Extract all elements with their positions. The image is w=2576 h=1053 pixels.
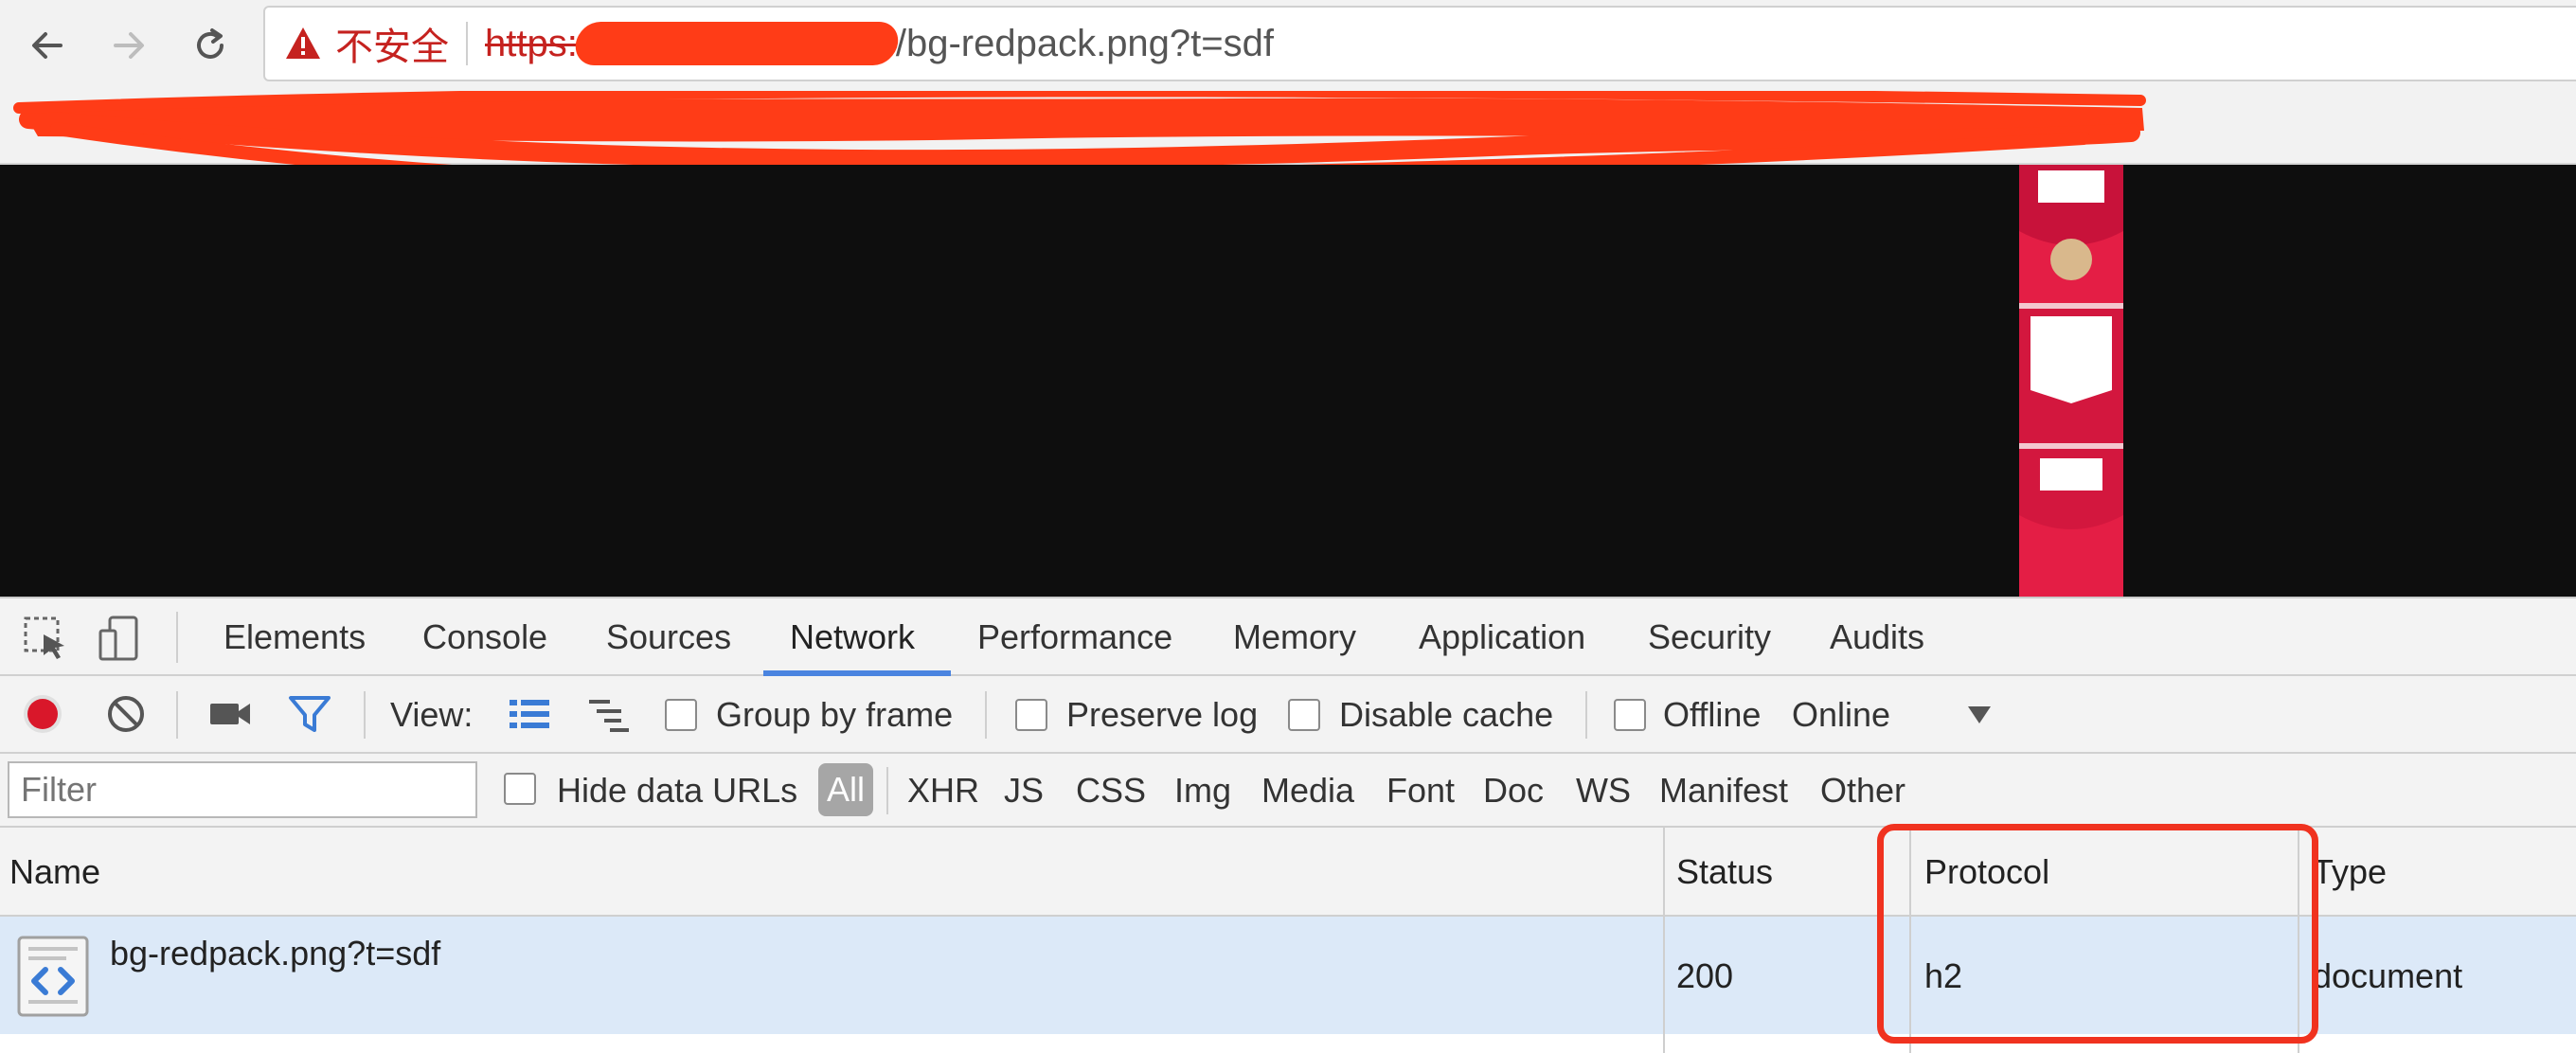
request-status: 200 xyxy=(1676,956,1734,995)
red-packet-image xyxy=(2019,165,2123,597)
reload-icon xyxy=(197,28,224,59)
filter-input[interactable] xyxy=(8,761,477,818)
offline-label[interactable]: Offline xyxy=(1663,695,1761,735)
filter-type-js[interactable]: JS xyxy=(1004,754,1044,828)
preserve-log-checkbox[interactable] xyxy=(1015,699,1047,731)
filter-type-media[interactable]: Media xyxy=(1261,754,1354,828)
forward-button[interactable] xyxy=(100,17,157,74)
devtools-divider xyxy=(176,612,178,663)
browser-toolbar: 不安全 https: /bg-redpack.png?t=sdf xyxy=(0,0,2576,91)
tab-application[interactable]: Application xyxy=(1419,598,1585,676)
tab-console[interactable]: Console xyxy=(422,598,547,676)
offline-checkbox[interactable] xyxy=(1614,699,1646,731)
network-toolbar-divider xyxy=(364,691,366,739)
url-host-redaction xyxy=(572,22,902,65)
tab-elements[interactable]: Elements xyxy=(224,598,366,676)
security-status-label[interactable]: 不安全 xyxy=(335,16,449,71)
group-by-frame-checkbox[interactable] xyxy=(665,699,697,731)
address-bar[interactable]: 不安全 https: /bg-redpack.png?t=sdf xyxy=(263,6,2576,81)
tab-network[interactable]: Network xyxy=(790,598,915,676)
screenshot-camera-icon[interactable] xyxy=(206,690,254,738)
column-header-name[interactable]: Name xyxy=(9,828,100,917)
back-button[interactable] xyxy=(19,17,76,74)
filter-type-manifest[interactable]: Manifest xyxy=(1659,754,1788,828)
waterfall-view-icon[interactable] xyxy=(585,690,633,738)
warning-triangle-icon[interactable] xyxy=(284,25,322,62)
preserve-log-label[interactable]: Preserve log xyxy=(1066,695,1258,735)
filter-type-xhr[interactable]: XHR xyxy=(907,754,979,828)
inspect-element-icon[interactable] xyxy=(21,614,70,663)
tab-security[interactable]: Security xyxy=(1648,598,1771,676)
back-arrow-icon xyxy=(32,32,63,59)
bookmarks-bar xyxy=(0,91,2576,191)
hide-data-urls-checkbox[interactable] xyxy=(504,773,536,805)
tab-performance[interactable]: Performance xyxy=(977,598,1172,676)
column-header-type[interactable]: Type xyxy=(2313,828,2387,917)
url-path: /bg-redpack.png?t=sdf xyxy=(895,22,1275,64)
large-rows-view-icon[interactable] xyxy=(506,690,553,738)
html-document-icon xyxy=(17,936,89,1017)
reload-button[interactable] xyxy=(182,17,239,74)
tab-sources[interactable]: Sources xyxy=(606,598,731,676)
filter-type-ws[interactable]: WS xyxy=(1576,754,1631,828)
filter-funnel-icon[interactable] xyxy=(286,690,333,738)
tab-audits[interactable]: Audits xyxy=(1830,598,1924,676)
page-viewport xyxy=(0,165,2576,597)
throttling-select[interactable]: Online xyxy=(1792,695,1890,735)
tab-memory[interactable]: Memory xyxy=(1233,598,1356,676)
network-toolbar-divider xyxy=(176,691,178,739)
filter-type-img[interactable]: Img xyxy=(1174,754,1231,828)
clear-icon[interactable] xyxy=(102,690,150,738)
protocol-column-highlight xyxy=(1877,824,2318,1044)
column-divider[interactable] xyxy=(1663,828,1665,1053)
record-icon[interactable] xyxy=(19,690,66,738)
group-by-frame-label[interactable]: Group by frame xyxy=(716,695,953,735)
network-toolbar-divider xyxy=(1585,691,1587,739)
forward-arrow-icon xyxy=(114,32,144,59)
omnibox-divider xyxy=(466,22,468,65)
column-header-status[interactable]: Status xyxy=(1676,828,1773,917)
filter-type-doc[interactable]: Doc xyxy=(1483,754,1544,828)
filter-type-font[interactable]: Font xyxy=(1386,754,1455,828)
filter-bar-divider xyxy=(886,767,888,814)
hide-data-urls-label[interactable]: Hide data URLs xyxy=(557,771,797,811)
device-toolbar-icon[interactable] xyxy=(95,614,144,663)
network-toolbar: View: Group by frame Preserve log Disabl… xyxy=(0,676,2576,754)
throttling-dropdown-icon[interactable] xyxy=(1960,695,1998,733)
request-name[interactable]: bg-redpack.png?t=sdf xyxy=(110,934,440,973)
filter-type-all[interactable]: All xyxy=(818,763,873,816)
filter-type-css[interactable]: CSS xyxy=(1076,754,1146,828)
disable-cache-label[interactable]: Disable cache xyxy=(1339,695,1553,735)
devtools-tab-strip: Elements Console Sources Network Perform… xyxy=(0,597,2576,676)
url-scheme: https: xyxy=(485,22,578,64)
request-type: document xyxy=(2313,956,2463,995)
disable-cache-checkbox[interactable] xyxy=(1288,699,1320,731)
filter-type-other[interactable]: Other xyxy=(1820,754,1905,828)
view-label: View: xyxy=(390,695,474,734)
filter-bar: Hide data URLs All XHR JS CSS Img Media … xyxy=(0,754,2576,828)
network-toolbar-divider xyxy=(985,691,987,739)
